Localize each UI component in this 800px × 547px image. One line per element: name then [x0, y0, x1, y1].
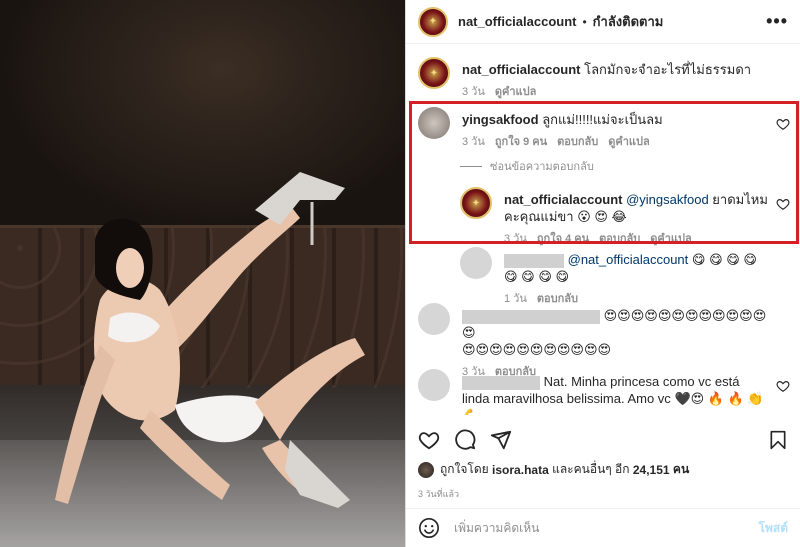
heart-icon[interactable] — [776, 379, 790, 393]
comment-username[interactable]: yingsakfood — [462, 112, 539, 127]
reply-username[interactable]: nat_officialaccount — [504, 192, 622, 207]
likes-summary: ถูกใจโดย isora.hata และคนอื่นๆ อีก 24,15… — [418, 460, 689, 479]
reply-emoji: 😮 😍 😂 — [577, 209, 627, 224]
comment-emoji: 😍😍😍😍😍😍😍😍😍😍😍 — [462, 342, 612, 357]
reply-mention[interactable]: @yingsakfood — [626, 192, 709, 207]
author-avatar[interactable]: ✦ — [418, 6, 448, 37]
hide-replies[interactable]: ซ่อนข้อความตอบกลับ — [460, 157, 594, 175]
add-comment-bar: เพิ่มความคิดเห็น โพสต์ — [406, 508, 800, 547]
post-panel: ✦ nat_officialaccount • กำลังติดตาม ••• … — [405, 0, 800, 547]
reply-likes[interactable]: ถูกใจ 4 คน — [537, 231, 589, 248]
header-dot: • — [582, 14, 587, 29]
more-icon[interactable]: ••• — [766, 11, 788, 32]
post-actions — [406, 425, 800, 455]
heart-icon[interactable] — [776, 197, 790, 211]
photo-figure — [55, 172, 365, 508]
caption-username[interactable]: nat_officialaccount — [462, 62, 580, 77]
following-button[interactable]: กำลังติดตาม — [593, 11, 664, 32]
comment-reply-button[interactable]: ตอบกลับ — [557, 134, 598, 151]
liker-avatar[interactable] — [418, 461, 434, 478]
caption-translate[interactable]: ดูคำแปล — [495, 84, 537, 101]
add-comment-input[interactable]: เพิ่มความคิดเห็น — [454, 519, 759, 538]
post-photo[interactable] — [0, 0, 405, 547]
likes-prefix: ถูกใจโดย — [440, 462, 489, 476]
reply-time[interactable]: 3 วัน — [504, 231, 527, 248]
comment-icon[interactable] — [454, 429, 476, 451]
comment-translate[interactable]: ดูคำแปล — [608, 134, 650, 151]
comments-list: ✦ nat_officialaccount โลกมักจะจำอะไรที่ไ… — [406, 45, 800, 415]
comment-reply-button[interactable]: ตอบกลับ — [537, 291, 578, 308]
heart-icon[interactable] — [776, 117, 790, 131]
likes-middle: และคนอื่นๆ อีก — [552, 462, 630, 476]
caption-text: โลกมักจะจำอะไรที่ไม่ธรรมดา — [584, 62, 752, 77]
redacted-username — [462, 375, 540, 390]
reply-avatar[interactable]: ✦ — [460, 187, 492, 219]
redacted-username — [462, 309, 600, 324]
commenter-avatar[interactable] — [460, 247, 492, 279]
comment-mention[interactable]: @nat_officialaccount — [568, 252, 689, 267]
comment-time[interactable]: 1 วัน — [504, 291, 527, 308]
hide-replies-line — [460, 165, 482, 167]
likes-count[interactable]: 24,151 — [633, 463, 670, 477]
caption-avatar[interactable]: ✦ — [418, 57, 450, 89]
post-date[interactable]: 3 วันที่แล้ว — [418, 487, 459, 501]
comment-time[interactable]: 3 วัน — [462, 134, 485, 151]
commenter-avatar[interactable] — [418, 303, 450, 335]
caption-time[interactable]: 3 วัน — [462, 84, 485, 101]
emoji-icon[interactable] — [418, 517, 440, 539]
reply-translate[interactable]: ดูคำแปล — [650, 231, 692, 248]
liker-username[interactable]: isora.hata — [492, 463, 549, 477]
commenter-avatar[interactable] — [418, 369, 450, 401]
reply-reply-button[interactable]: ตอบกลับ — [599, 231, 640, 248]
hide-replies-label[interactable]: ซ่อนข้อความตอบกลับ — [490, 157, 594, 175]
redacted-username — [504, 253, 564, 268]
heart-icon[interactable] — [418, 429, 440, 451]
share-icon[interactable] — [490, 429, 512, 451]
comment-text: ลูกแม่!!!!!แม่จะเป็นลม — [542, 112, 663, 127]
bookmark-icon[interactable] — [768, 429, 788, 451]
post-button[interactable]: โพสต์ — [759, 519, 788, 538]
likes-suffix[interactable]: คน — [673, 460, 689, 479]
author-username[interactable]: nat_officialaccount — [458, 14, 576, 29]
comment-likes[interactable]: ถูกใจ 9 คน — [495, 134, 547, 151]
commenter-avatar[interactable] — [418, 107, 450, 139]
post-header: ✦ nat_officialaccount • กำลังติดตาม ••• — [406, 0, 800, 44]
